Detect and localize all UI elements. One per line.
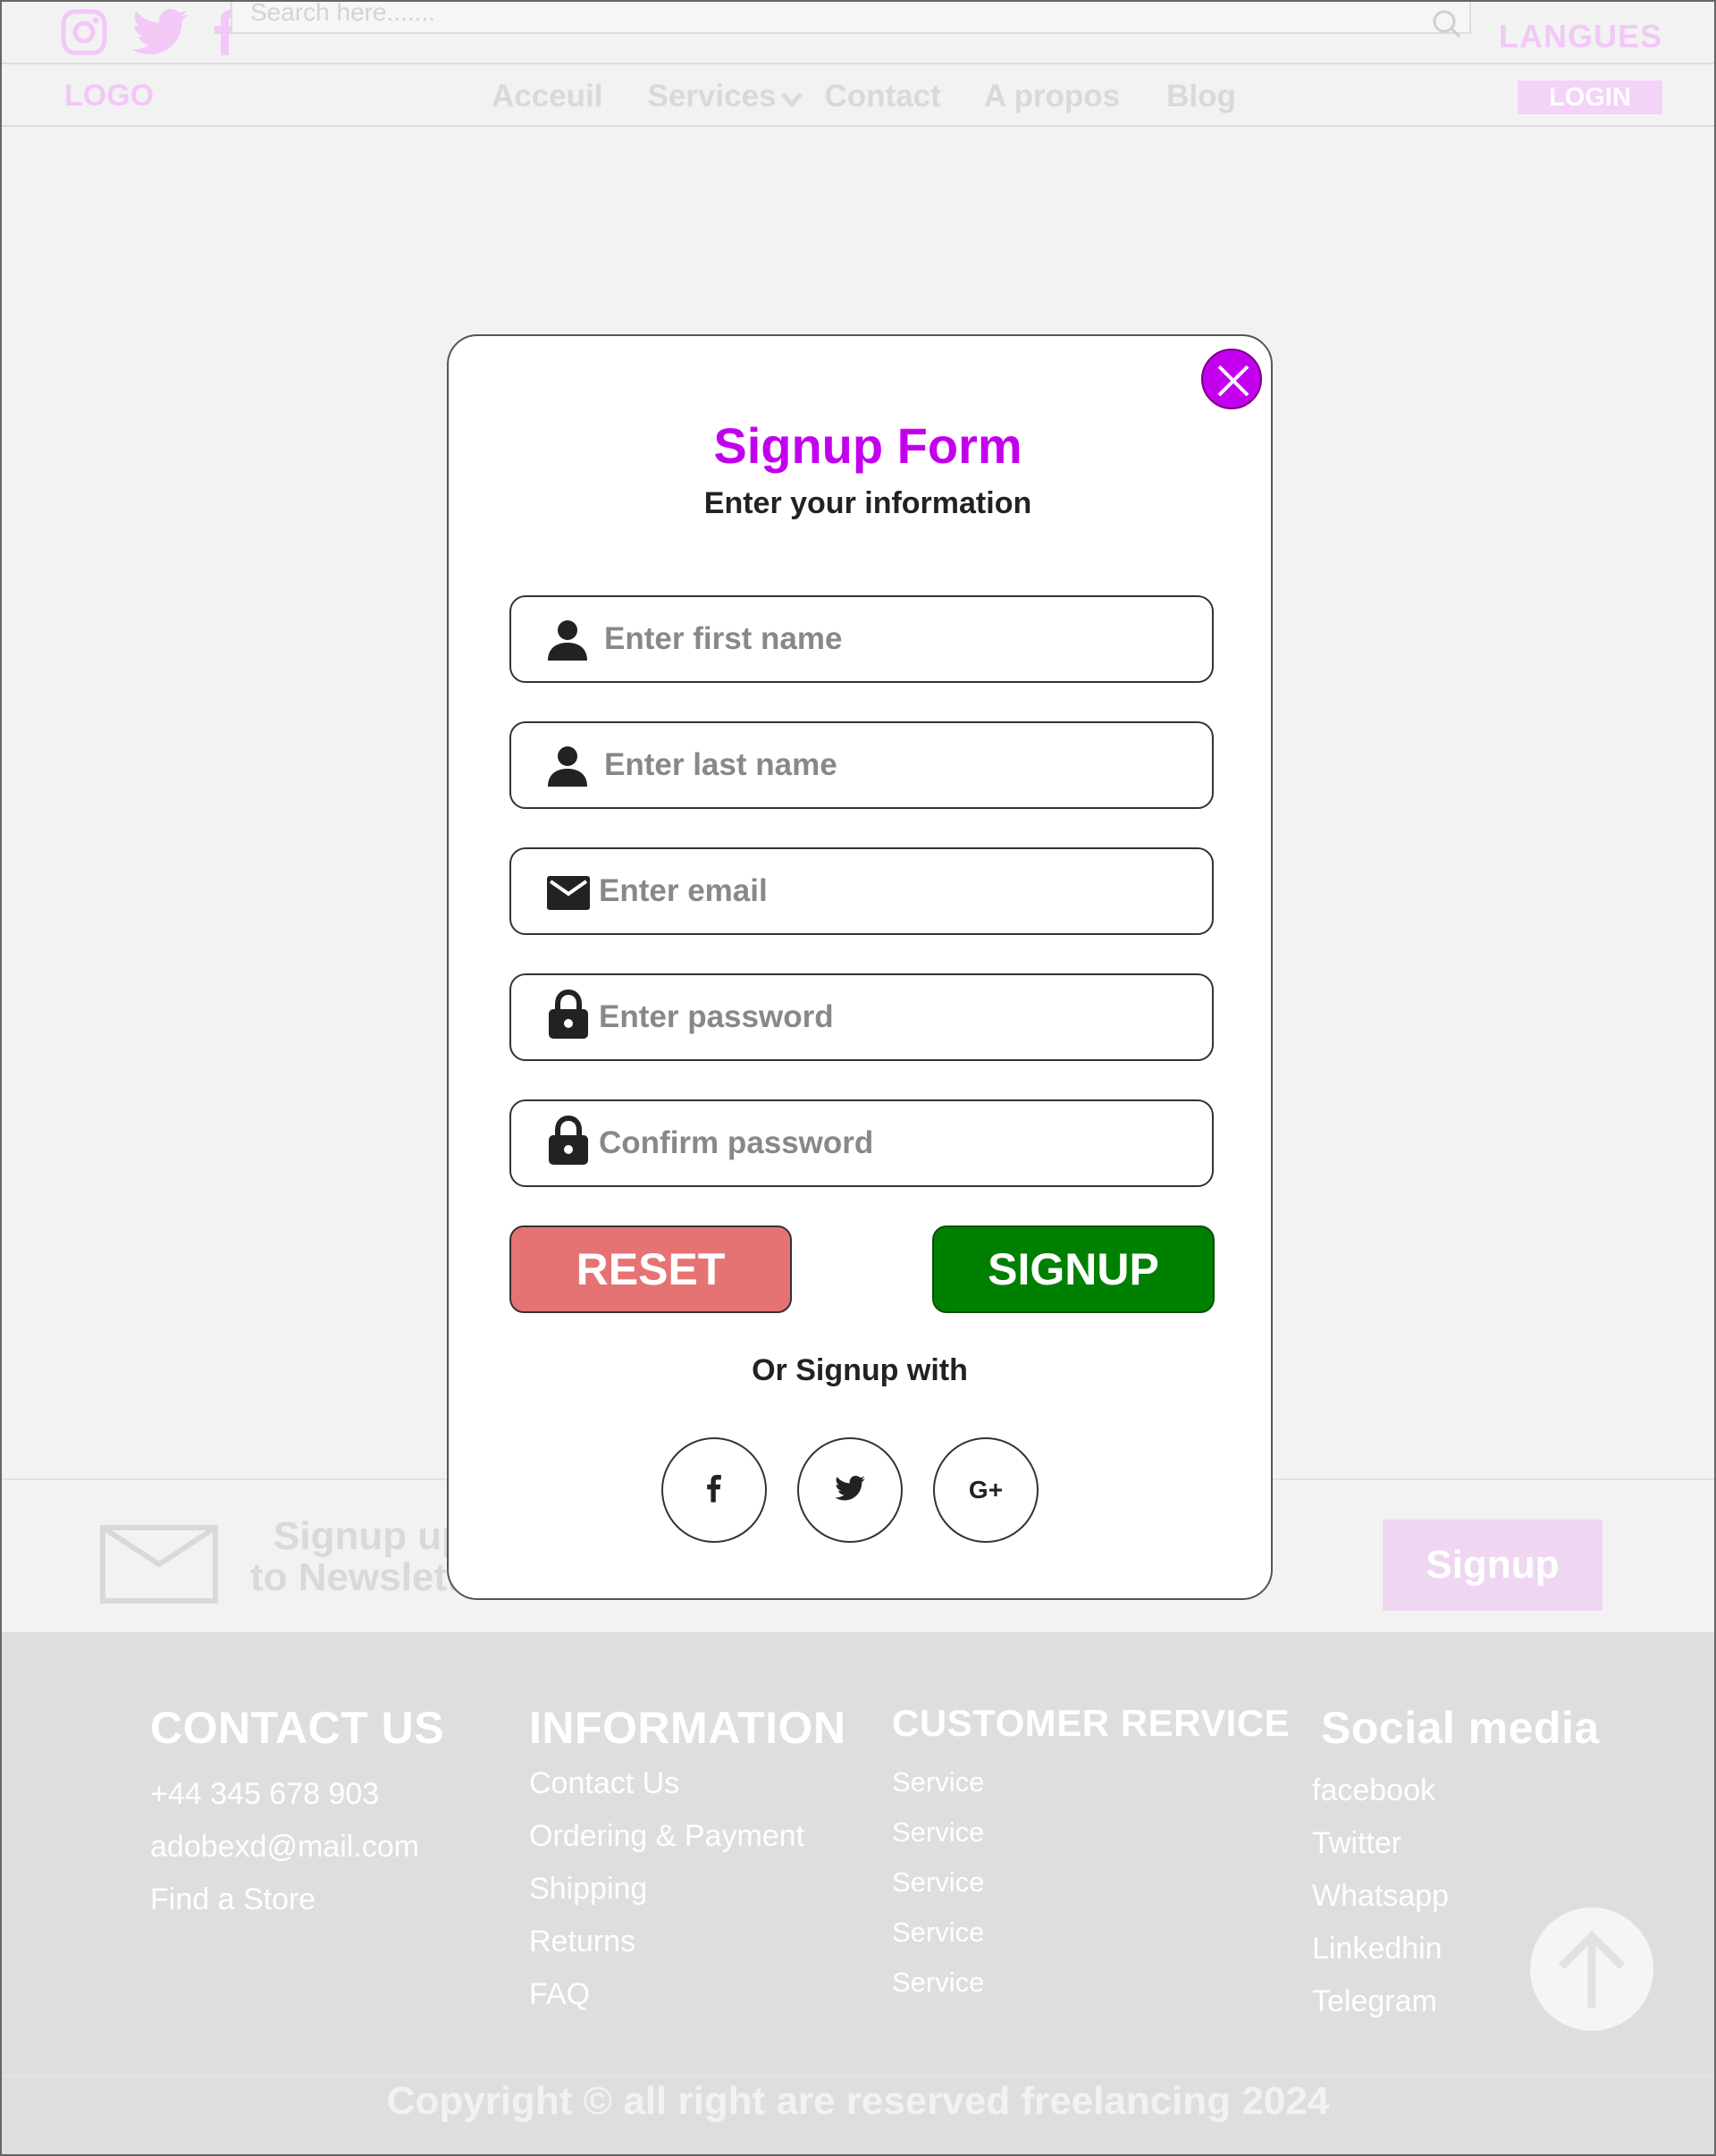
signup-modal: Signup Form Enter your information Enter…	[447, 334, 1273, 1600]
confirm-password-input[interactable]	[599, 1114, 1189, 1173]
footer-contact-column: CONTACT US +44 345 678 903 adobexd@mail.…	[150, 1702, 444, 1935]
lock-icon	[547, 989, 590, 1044]
login-button[interactable]: LOGIN	[1518, 80, 1662, 114]
footer-link[interactable]: Service	[892, 1766, 1290, 1798]
close-button[interactable]	[1201, 349, 1262, 409]
search-placeholder: Search here.......	[250, 0, 435, 26]
footer-link[interactable]: Returns	[529, 1924, 846, 1959]
nav-link-contact[interactable]: Contact	[825, 79, 941, 118]
chevron-down-icon[interactable]	[780, 82, 803, 118]
twitter-icon[interactable]	[132, 9, 188, 55]
newsletter-text: Signup up to Newslett	[250, 1516, 466, 1598]
footer: CONTACT US +44 345 678 903 adobexd@mail.…	[2, 1632, 1714, 2154]
nav-link-blog[interactable]: Blog	[1166, 79, 1236, 118]
search-bar[interactable]: Search here.......	[231, 0, 1471, 38]
newsletter-line-1: Signup up	[273, 1514, 467, 1558]
page: Search here....... LANGUES LOGO Acceuil …	[0, 0, 1716, 2156]
footer-email[interactable]: adobexd@mail.com	[150, 1830, 444, 1865]
modal-title: Signup Form	[713, 417, 1022, 474]
footer-link[interactable]: Service	[892, 1866, 1290, 1899]
copyright: Copyright © all right are reserved freel…	[386, 2079, 1330, 2123]
nav-links: Acceuil Services Contact A propos Blog	[492, 79, 1236, 118]
footer-phone[interactable]: +44 345 678 903	[150, 1777, 444, 1812]
footer-link[interactable]: Twitter	[1312, 1826, 1600, 1861]
footer-link[interactable]: FAQ	[529, 1977, 846, 2012]
nav-link-accueil[interactable]: Acceuil	[492, 79, 603, 118]
search-icon[interactable]	[1432, 9, 1462, 44]
facebook-signup-button[interactable]	[661, 1437, 767, 1543]
modal-subtitle: Enter your information	[703, 486, 1032, 520]
last-name-field[interactable]	[509, 721, 1214, 809]
password-field[interactable]	[509, 973, 1214, 1061]
scroll-to-top-button[interactable]	[1530, 1908, 1653, 2031]
footer-contact-heading: CONTACT US	[150, 1703, 445, 1753]
instagram-icon[interactable]	[61, 9, 107, 55]
footer-link[interactable]: Whatsapp	[1312, 1879, 1600, 1914]
or-signup-with: Or Signup with	[752, 1353, 968, 1387]
languages-menu[interactable]: LANGUES	[1499, 18, 1662, 55]
footer-link[interactable]: Ordering & Payment	[529, 1819, 846, 1854]
nav-bar: LOGO Acceuil Services Contact A propos B…	[2, 64, 1714, 127]
facebook-icon	[706, 1473, 722, 1508]
newsletter-line-2: to Newslett	[250, 1555, 460, 1599]
top-bar: Search here....... LANGUES	[2, 2, 1714, 64]
footer-find-store[interactable]: Find a Store	[150, 1882, 444, 1917]
lock-icon	[547, 1115, 590, 1170]
first-name-input[interactable]	[604, 610, 1194, 669]
footer-link[interactable]: Service	[892, 1916, 1290, 1949]
footer-customer-heading: CUSTOMER RERVICE	[892, 1702, 1291, 1744]
mail-icon	[100, 1525, 218, 1608]
header-social-links	[61, 9, 240, 55]
user-icon	[547, 745, 588, 792]
footer-link[interactable]: Service	[892, 1967, 1290, 1999]
footer-link[interactable]: Shipping	[529, 1872, 846, 1907]
footer-customer-service-column: CUSTOMER RERVICE Service Service Service…	[892, 1702, 1290, 2017]
confirm-password-field[interactable]	[509, 1099, 1214, 1187]
twitter-signup-button[interactable]	[797, 1437, 903, 1543]
reset-button[interactable]: RESET	[509, 1225, 792, 1313]
logo[interactable]: LOGO	[64, 79, 154, 114]
google-plus-signup-button[interactable]: G+	[933, 1437, 1039, 1543]
user-icon	[547, 619, 588, 666]
nav-link-services[interactable]: Services	[648, 79, 777, 118]
email-input[interactable]	[599, 862, 1189, 921]
nav-link-a-propos[interactable]: A propos	[984, 79, 1120, 118]
email-field[interactable]	[509, 847, 1214, 935]
newsletter-signup-button[interactable]: Signup	[1383, 1520, 1602, 1611]
footer-divider	[2, 2076, 1714, 2077]
footer-link[interactable]: Service	[892, 1816, 1290, 1849]
twitter-icon	[835, 1475, 865, 1505]
footer-social-heading: Social media	[1321, 1703, 1600, 1753]
footer-link[interactable]: facebook	[1312, 1773, 1600, 1808]
envelope-icon	[547, 876, 590, 914]
footer-link[interactable]: Contact Us	[529, 1766, 846, 1801]
signup-button[interactable]: SIGNUP	[932, 1225, 1215, 1313]
last-name-input[interactable]	[604, 736, 1194, 795]
first-name-field[interactable]	[509, 595, 1214, 683]
footer-information-column: INFORMATION Contact Us Ordering & Paymen…	[529, 1702, 846, 2030]
footer-information-heading: INFORMATION	[529, 1703, 846, 1753]
password-input[interactable]	[599, 988, 1189, 1047]
google-plus-icon: G+	[968, 1476, 1004, 1503]
